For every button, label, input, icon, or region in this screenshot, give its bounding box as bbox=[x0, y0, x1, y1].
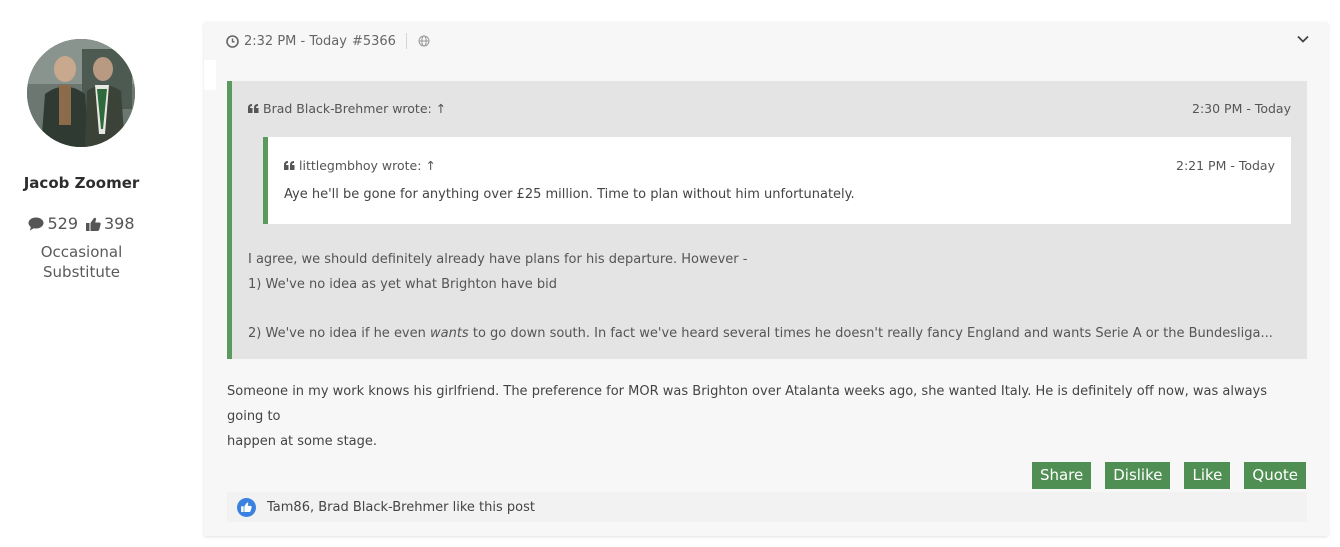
posts-count: 529 bbox=[47, 214, 78, 233]
clock-icon bbox=[226, 34, 239, 48]
quote-text: I agree, we should definitely already ha… bbox=[248, 247, 1273, 346]
post-header: 2:32 PM - Today #5366 bbox=[204, 22, 1328, 60]
post-body-line-1: Someone in my work knows his girlfriend.… bbox=[227, 384, 1268, 424]
posts-stat: 529 bbox=[28, 214, 78, 233]
likes-text[interactable]: Tam86, Brad Black-Brehmer like this post bbox=[267, 500, 535, 515]
post-time[interactable]: 2:32 PM - Today bbox=[244, 34, 347, 49]
avatar-image bbox=[27, 39, 135, 147]
share-button[interactable]: Share bbox=[1031, 462, 1092, 489]
post-body-line-2: happen at some stage. bbox=[227, 434, 378, 449]
nested-quote-time: 2:21 PM - Today bbox=[1176, 158, 1275, 173]
rank-line-1: Occasional bbox=[40, 243, 123, 261]
avatar[interactable] bbox=[27, 39, 135, 147]
nested-quote-author[interactable]: littlegmbhoy wrote: bbox=[299, 158, 421, 173]
author-rank: Occasional Substitute bbox=[0, 242, 163, 282]
author-name[interactable]: Jacob Zoomer bbox=[0, 174, 163, 192]
dislike-button[interactable]: Dislike bbox=[1105, 462, 1171, 489]
nested-quote-block: littlegmbhoy wrote: ↑ 2:21 PM - Today Ay… bbox=[263, 137, 1291, 224]
post-actions: Share Dislike Like Quote bbox=[1031, 462, 1306, 489]
nested-quote-header: littlegmbhoy wrote: ↑ bbox=[284, 158, 436, 173]
post-number[interactable]: #5366 bbox=[352, 34, 396, 49]
likes-bar: Tam86, Brad Black-Brehmer like this post bbox=[227, 492, 1307, 522]
header-divider bbox=[405, 33, 407, 49]
quote-line-2: 1) We've no idea as yet what Brighton ha… bbox=[248, 277, 558, 292]
quote-jump-link[interactable]: ↑ bbox=[436, 101, 446, 116]
card-notch bbox=[204, 60, 216, 90]
chevron-down-icon[interactable] bbox=[1296, 32, 1310, 46]
nested-quote-text: Aye he'll be gone for anything over £25 … bbox=[284, 187, 855, 202]
quote-button[interactable]: Quote bbox=[1244, 462, 1306, 489]
globe-icon[interactable] bbox=[418, 35, 430, 47]
quote-time: 2:30 PM - Today bbox=[1192, 101, 1291, 116]
likes-count: 398 bbox=[104, 214, 135, 233]
author-stats: 529 398 bbox=[0, 214, 163, 233]
rank-line-2: Substitute bbox=[43, 263, 120, 281]
quote-icon bbox=[284, 161, 295, 170]
quote-icon bbox=[248, 104, 259, 113]
comment-icon bbox=[28, 217, 44, 230]
like-badge-icon bbox=[237, 497, 256, 517]
thumbs-up-icon bbox=[86, 217, 101, 231]
post-body: Someone in my work knows his girlfriend.… bbox=[227, 379, 1307, 454]
nested-quote-jump-link[interactable]: ↑ bbox=[425, 158, 435, 173]
post-card: 2:32 PM - Today #5366 Brad Black-Brehmer… bbox=[204, 22, 1328, 536]
quote-line-1: I agree, we should definitely already ha… bbox=[248, 252, 748, 267]
likes-stat: 398 bbox=[86, 214, 135, 233]
like-button[interactable]: Like bbox=[1184, 462, 1231, 489]
quote-author[interactable]: Brad Black-Brehmer wrote: bbox=[263, 101, 432, 116]
quote-line-3: 2) We've no idea if he even wants to go … bbox=[248, 326, 1273, 341]
quote-block: Brad Black-Brehmer wrote: ↑ 2:30 PM - To… bbox=[227, 81, 1307, 359]
quote-header: Brad Black-Brehmer wrote: ↑ bbox=[248, 101, 446, 116]
post-meta: 2:32 PM - Today #5366 bbox=[226, 33, 430, 49]
